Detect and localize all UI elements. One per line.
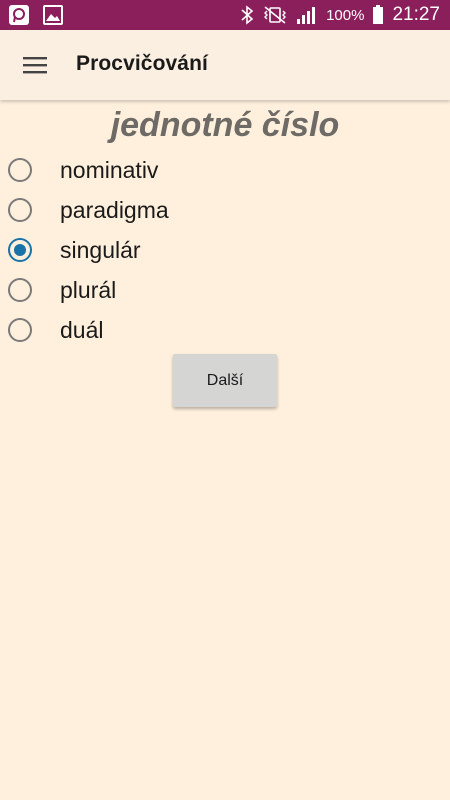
notification-icons [8, 4, 64, 26]
app-bar: Procvičování [0, 30, 450, 100]
page-title: Procvičování [76, 52, 208, 75]
option-plural[interactable]: plurál [0, 270, 300, 310]
clock: 21:27 [392, 4, 440, 25]
radio-button[interactable] [8, 198, 32, 222]
signal-icon [297, 7, 316, 24]
option-label: paradigma [60, 197, 169, 223]
app-notification-icon [9, 5, 29, 25]
battery-percent: 100% [326, 6, 365, 24]
next-button[interactable]: Další [173, 354, 277, 407]
hamburger-menu-icon[interactable] [17, 52, 53, 78]
radio-button[interactable] [8, 158, 32, 182]
option-dual[interactable]: duál [0, 310, 300, 350]
radio-button[interactable] [8, 318, 32, 342]
option-singular[interactable]: singulár [0, 230, 300, 270]
option-nominativ[interactable]: nominativ [0, 150, 300, 190]
image-notification-icon [43, 5, 63, 25]
battery-icon [373, 5, 384, 24]
option-label: duál [60, 317, 104, 343]
vibrate-mute-icon [264, 6, 287, 24]
radio-button[interactable] [8, 238, 32, 262]
option-label: plurál [60, 277, 117, 303]
status-bar: 100% 21:27 [0, 0, 450, 30]
option-paradigma[interactable]: paradigma [0, 190, 300, 230]
option-label: nominativ [60, 157, 159, 183]
option-label: singulár [60, 237, 141, 263]
bluetooth-icon [241, 5, 254, 25]
radio-button[interactable] [8, 278, 32, 302]
question-text: jednotné číslo [110, 106, 340, 144]
